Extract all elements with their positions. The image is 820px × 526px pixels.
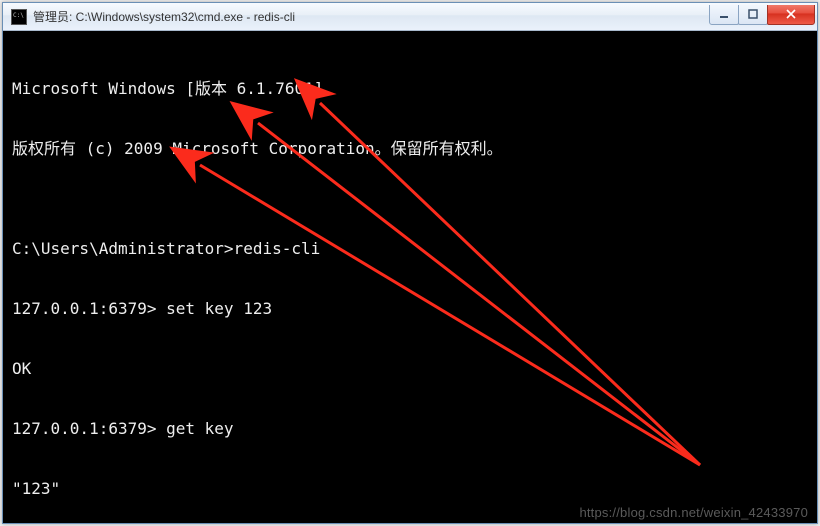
titlebar[interactable]: 管理员: C:\Windows\system32\cmd.exe - redis… xyxy=(3,3,817,31)
minimize-icon xyxy=(719,9,729,19)
terminal-line: C:\Users\Administrator>redis-cli xyxy=(12,239,808,259)
cmd-icon xyxy=(11,9,27,25)
terminal-output[interactable]: Microsoft Windows [版本 6.1.7601] 版权所有 (c)… xyxy=(8,35,812,517)
close-icon xyxy=(786,9,796,19)
terminal-line: 127.0.0.1:6379> set key 123 xyxy=(12,299,808,319)
terminal-line: Microsoft Windows [版本 6.1.7601] xyxy=(12,79,808,99)
terminal-line: "123" xyxy=(12,479,808,499)
maximize-icon xyxy=(748,9,758,19)
terminal-line: 版权所有 (c) 2009 Microsoft Corporation。保留所有… xyxy=(12,139,808,159)
maximize-button[interactable] xyxy=(738,5,768,25)
terminal-line: OK xyxy=(12,359,808,379)
close-button[interactable] xyxy=(767,5,815,25)
window-buttons xyxy=(710,5,815,25)
minimize-button[interactable] xyxy=(709,5,739,25)
terminal-line: 127.0.0.1:6379> get key xyxy=(12,419,808,439)
cmd-window: 管理员: C:\Windows\system32\cmd.exe - redis… xyxy=(2,2,818,524)
window-title: 管理员: C:\Windows\system32\cmd.exe - redis… xyxy=(33,8,295,25)
watermark-text: https://blog.csdn.net/weixin_42433970 xyxy=(579,505,808,520)
